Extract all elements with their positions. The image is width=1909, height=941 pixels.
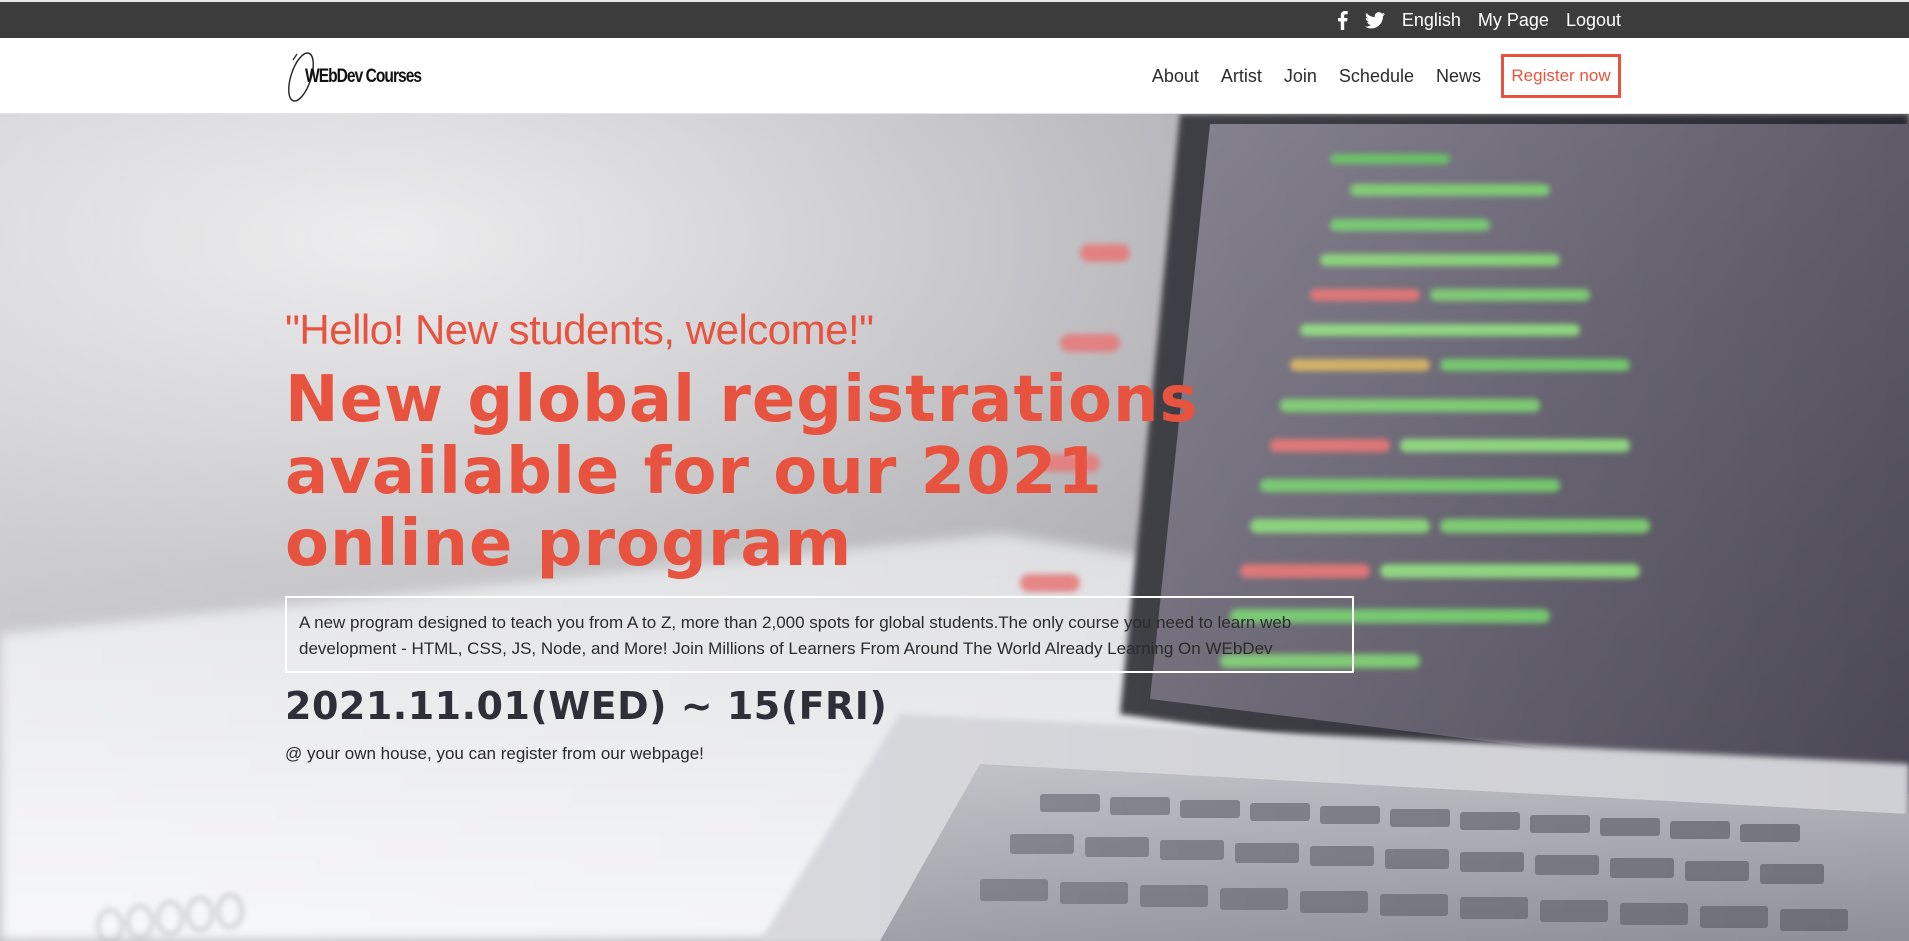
hero-date: 2021.11.01(WED) ~ 15(FRI)	[285, 684, 888, 728]
twitter-icon[interactable]	[1364, 11, 1385, 29]
hero-title: New global registrations available for o…	[285, 363, 1199, 581]
nav-links: About Artist Join Schedule News	[1152, 38, 1481, 114]
register-now-button[interactable]: Register now	[1501, 54, 1621, 98]
nav-artist[interactable]: Artist	[1221, 66, 1262, 87]
my-page-link[interactable]: My Page	[1478, 10, 1549, 31]
nav-news[interactable]: News	[1436, 66, 1481, 87]
logo-text: WEbDev Courses	[305, 66, 422, 87]
hero-description: A new program designed to teach you from…	[285, 596, 1354, 673]
nav-join[interactable]: Join	[1284, 66, 1317, 87]
top-utility-bar: English My Page Logout	[0, 0, 1909, 38]
facebook-icon[interactable]	[1337, 10, 1348, 30]
main-navbar: WEbDev Courses About Artist Join Schedul…	[0, 38, 1909, 114]
language-link[interactable]: English	[1402, 10, 1461, 31]
logo[interactable]: WEbDev Courses	[285, 50, 447, 104]
hero-location-note: @ your own house, you can register from …	[285, 744, 704, 763]
hero-section: "Hello! New students, welcome!" New glob…	[0, 114, 1909, 941]
nav-about[interactable]: About	[1152, 66, 1199, 87]
logout-link[interactable]: Logout	[1566, 10, 1621, 31]
top-utility-links: English My Page Logout	[1337, 2, 1621, 38]
hero-welcome-subtitle: "Hello! New students, welcome!"	[285, 306, 874, 353]
nav-schedule[interactable]: Schedule	[1339, 66, 1414, 87]
